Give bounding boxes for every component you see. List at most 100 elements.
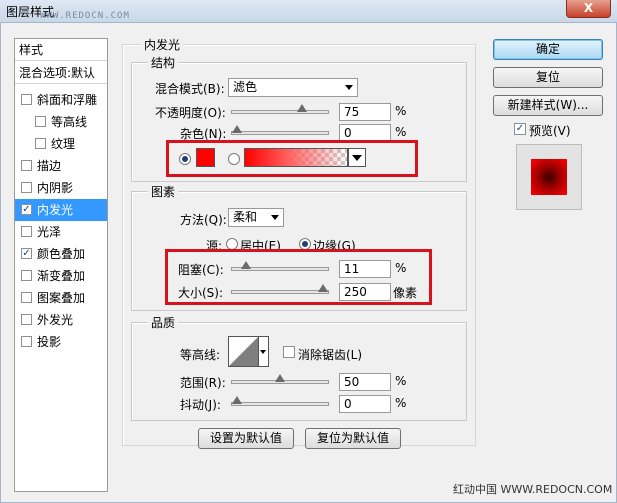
style-item[interactable]: 图案叠加	[15, 287, 107, 309]
blend-options-item[interactable]: 混合选项:默认	[19, 64, 95, 81]
style-item-checkbox[interactable]	[35, 116, 46, 127]
blend-mode-select[interactable]: 滤色	[228, 78, 358, 97]
range-label: 范围(R):	[180, 376, 226, 390]
set-default-button[interactable]: 设置为默认值	[198, 428, 294, 449]
size-unit: 像素	[393, 286, 418, 300]
style-item-label: 图案叠加	[37, 291, 86, 305]
structure-title: 结构	[148, 54, 179, 71]
style-item-checkbox[interactable]	[21, 336, 32, 347]
gradient-swatch[interactable]	[244, 148, 348, 167]
styles-list: 样式 混合选项:默认 斜面和浮雕等高线纹理描边内阴影 ✓ 内发光光泽 ✓ 颜色叠加渐变叠…	[14, 38, 108, 492]
style-item-checkbox[interactable]: ✓	[21, 204, 32, 215]
style-item[interactable]: 纹理	[15, 133, 107, 155]
style-item[interactable]: 内阴影	[15, 177, 107, 199]
method-label: 方法(Q):	[180, 213, 227, 227]
style-item-label: 内发光	[37, 203, 74, 217]
chevron-down-icon	[345, 85, 353, 90]
preview-swatch	[531, 159, 567, 195]
jitter-percent: %	[395, 396, 407, 410]
jitter-label: 抖动(J):	[180, 398, 221, 412]
noise-percent: %	[395, 125, 407, 139]
range-slider[interactable]	[231, 374, 329, 384]
choke-slider[interactable]	[231, 261, 329, 271]
opacity-slider-thumb[interactable]	[296, 104, 307, 112]
noise-slider[interactable]	[231, 125, 329, 135]
choke-percent: %	[395, 261, 407, 275]
reset-default-button[interactable]: 复位为默认值	[305, 428, 401, 449]
inner-glow-title: 内发光	[141, 36, 184, 53]
style-item-checkbox[interactable]	[21, 270, 32, 281]
opacity-input[interactable]: 75	[339, 103, 391, 121]
styles-header[interactable]: 样式	[19, 41, 43, 58]
jitter-slider-thumb[interactable]	[232, 396, 242, 404]
style-item-checkbox[interactable]	[21, 182, 32, 193]
chevron-down-icon	[260, 350, 266, 354]
contour-label: 等高线:	[180, 348, 221, 362]
style-item[interactable]: ✓ 颜色叠加	[15, 243, 107, 265]
opacity-slider[interactable]	[231, 104, 329, 114]
blend-mode-value: 滤色	[233, 80, 258, 94]
style-item-checkbox[interactable]	[21, 292, 32, 303]
style-item[interactable]: 投影	[15, 331, 107, 353]
quality-title: 品质	[148, 314, 179, 331]
style-item-checkbox[interactable]	[21, 314, 32, 325]
style-item[interactable]: 斜面和浮雕	[15, 89, 107, 111]
style-item-label: 等高线	[51, 115, 88, 129]
antialias-label[interactable]: 消除锯齿(L)	[298, 346, 362, 363]
reset-button[interactable]: 复位	[493, 67, 603, 88]
preview-checkbox[interactable]: ✓	[514, 123, 526, 135]
size-input[interactable]: 250	[339, 283, 391, 301]
style-item[interactable]: 描边	[15, 155, 107, 177]
style-item-label: 斜面和浮雕	[37, 93, 98, 107]
style-item-label: 外发光	[37, 313, 74, 327]
style-item[interactable]: 等高线	[15, 111, 107, 133]
style-item[interactable]: 光泽	[15, 221, 107, 243]
watermark-top: WWW.REDOCN.COM	[40, 11, 130, 21]
style-item-label: 描边	[37, 159, 62, 173]
size-label: 大小(S):	[178, 286, 224, 300]
jitter-slider[interactable]	[231, 396, 329, 406]
antialias-checkbox[interactable]	[283, 346, 295, 358]
style-item-checkbox[interactable]	[35, 138, 46, 149]
style-item-label: 内阴影	[37, 181, 74, 195]
gradient-dropdown[interactable]	[348, 148, 366, 167]
range-percent: %	[395, 374, 407, 388]
noise-slider-thumb[interactable]	[232, 125, 242, 133]
footer-watermark: 红动中国 WWW.REDOCN.COM	[453, 483, 613, 496]
close-button[interactable]: X	[566, 0, 611, 18]
new-style-button[interactable]: 新建样式(W)...	[493, 95, 603, 116]
solid-color-radio[interactable]	[179, 153, 191, 165]
glow-color-swatch[interactable]	[196, 148, 215, 167]
elements-title: 图素	[148, 183, 179, 200]
choke-slider-thumb[interactable]	[241, 261, 252, 269]
choke-input[interactable]: 11	[339, 260, 391, 278]
opacity-percent: %	[395, 104, 407, 118]
style-preview	[516, 144, 582, 210]
method-select[interactable]: 柔和	[228, 208, 284, 227]
style-item[interactable]: 渐变叠加	[15, 265, 107, 287]
style-item[interactable]: ✓ 内发光	[15, 199, 107, 221]
style-item-label: 渐变叠加	[37, 269, 86, 283]
ok-button[interactable]: 确定	[493, 39, 603, 60]
contour-dropdown[interactable]	[259, 336, 269, 367]
style-item-label: 颜色叠加	[37, 247, 86, 261]
style-item-label: 光泽	[37, 225, 62, 239]
gradient-radio[interactable]	[228, 153, 240, 165]
style-item-checkbox[interactable]	[21, 160, 32, 171]
contour-preview[interactable]	[228, 336, 259, 367]
range-input[interactable]: 50	[339, 373, 391, 391]
preview-label[interactable]: 预览(V)	[529, 122, 571, 139]
opacity-label: 不透明度(O):	[155, 106, 226, 120]
style-item-checkbox[interactable]: ✓	[21, 248, 32, 259]
style-item-checkbox[interactable]	[21, 226, 32, 237]
size-slider-thumb[interactable]	[318, 284, 328, 292]
style-item[interactable]: 外发光	[15, 309, 107, 331]
style-item-checkbox[interactable]	[21, 94, 32, 105]
range-slider-thumb[interactable]	[275, 374, 285, 382]
style-item-label: 投影	[37, 335, 62, 349]
method-value: 柔和	[233, 210, 258, 224]
chevron-down-icon	[352, 155, 362, 161]
jitter-input[interactable]: 0	[339, 395, 391, 413]
chevron-down-icon	[271, 215, 279, 220]
size-slider[interactable]	[231, 284, 329, 294]
